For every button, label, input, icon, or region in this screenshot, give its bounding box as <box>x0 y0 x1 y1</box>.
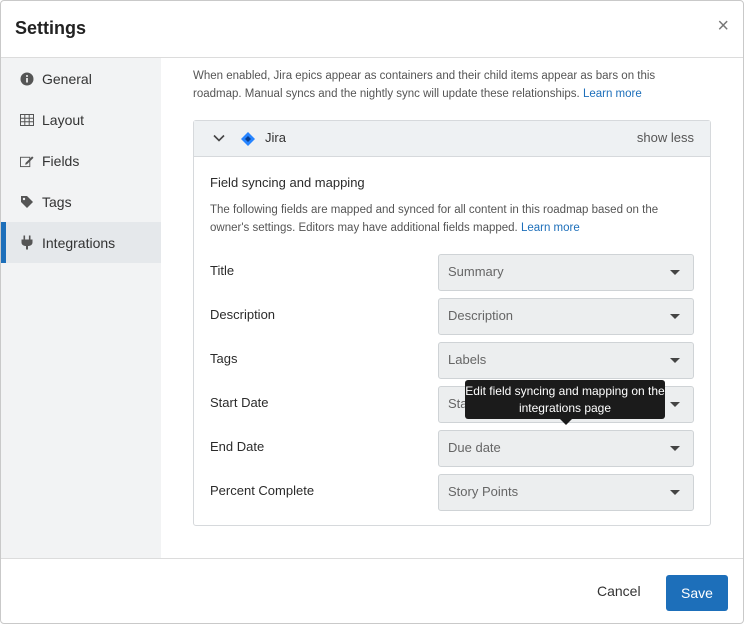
grid-icon <box>20 113 34 127</box>
mapping-label-end-date: End Date <box>210 439 265 454</box>
caret-down-icon <box>670 358 680 363</box>
sidebar-item-fields[interactable]: Fields <box>1 140 161 181</box>
edit-field-icon <box>20 154 34 168</box>
mapping-label-tags: Tags <box>210 351 238 366</box>
save-button[interactable]: Save <box>666 575 728 611</box>
select-value: Labels <box>448 352 487 367</box>
title-mapping-select[interactable]: Summary <box>438 254 694 291</box>
jira-integration-panel: Jira show less Field syncing and mapping… <box>193 120 711 526</box>
chevron-down-icon[interactable] <box>212 131 226 145</box>
integration-intro: When enabled, Jira epics appear as conta… <box>193 67 693 103</box>
settings-sidebar: General Layout Fields Tags Integrations <box>1 58 161 558</box>
mapping-tooltip: Edit field syncing and mapping on the in… <box>465 380 665 425</box>
dialog-header: Settings × <box>1 1 743 58</box>
plug-icon <box>20 235 34 250</box>
sidebar-item-tags[interactable]: Tags <box>1 181 161 222</box>
mapping-label-percent-complete: Percent Complete <box>210 483 315 498</box>
caret-down-icon <box>670 402 680 407</box>
tags-mapping-select[interactable]: Labels <box>438 342 694 379</box>
dialog-title: Settings <box>15 18 87 38</box>
jira-logo-icon <box>240 131 256 147</box>
close-icon[interactable]: × <box>717 16 729 36</box>
active-indicator <box>1 222 6 263</box>
caret-down-icon <box>670 446 680 451</box>
sidebar-item-label: Layout <box>42 111 85 128</box>
mapping-label-description: Description <box>210 307 276 322</box>
select-value: Story Points <box>448 484 519 499</box>
sidebar-item-label: Integrations <box>42 234 116 251</box>
percent-complete-mapping-select[interactable]: Story Points <box>438 474 694 511</box>
caret-down-icon <box>670 270 680 275</box>
info-icon <box>20 72 34 86</box>
mapping-label-title: Title <box>210 263 235 278</box>
caret-down-icon <box>670 314 680 319</box>
select-value: Summary <box>448 264 504 279</box>
caret-down-icon <box>670 490 680 495</box>
sidebar-item-label: Tags <box>42 193 72 210</box>
dialog-footer: Cancel Save <box>1 558 743 623</box>
tooltip-arrow <box>560 419 572 425</box>
integration-name: Jira <box>265 130 286 145</box>
tooltip-text: Edit field syncing and mapping on the in… <box>465 384 665 415</box>
settings-dialog: Settings × General Layout Fields Tags In… <box>0 0 744 624</box>
sidebar-item-label: General <box>42 70 92 87</box>
section-description: The following fields are mapped and sync… <box>210 201 690 237</box>
sidebar-item-layout[interactable]: Layout <box>1 99 161 140</box>
sidebar-item-general[interactable]: General <box>1 58 161 99</box>
select-value: Due date <box>448 440 501 455</box>
panel-header: Jira show less <box>194 121 710 157</box>
mapping-label-start-date: Start Date <box>210 395 269 410</box>
intro-learn-more-link[interactable]: Learn more <box>583 88 642 100</box>
section-learn-more-link[interactable]: Learn more <box>521 222 580 234</box>
integrations-content: When enabled, Jira epics appear as conta… <box>161 58 743 558</box>
show-less-toggle[interactable]: show less <box>637 130 694 145</box>
end-date-mapping-select[interactable]: Due date <box>438 430 694 467</box>
section-description-text: The following fields are mapped and sync… <box>210 204 659 234</box>
select-value: Description <box>448 308 514 323</box>
description-mapping-select[interactable]: Description <box>438 298 694 335</box>
tag-icon <box>20 195 34 209</box>
cancel-button[interactable]: Cancel <box>597 583 641 599</box>
section-title: Field syncing and mapping <box>210 175 365 190</box>
sidebar-item-integrations[interactable]: Integrations <box>1 222 161 263</box>
sidebar-item-label: Fields <box>42 152 80 169</box>
